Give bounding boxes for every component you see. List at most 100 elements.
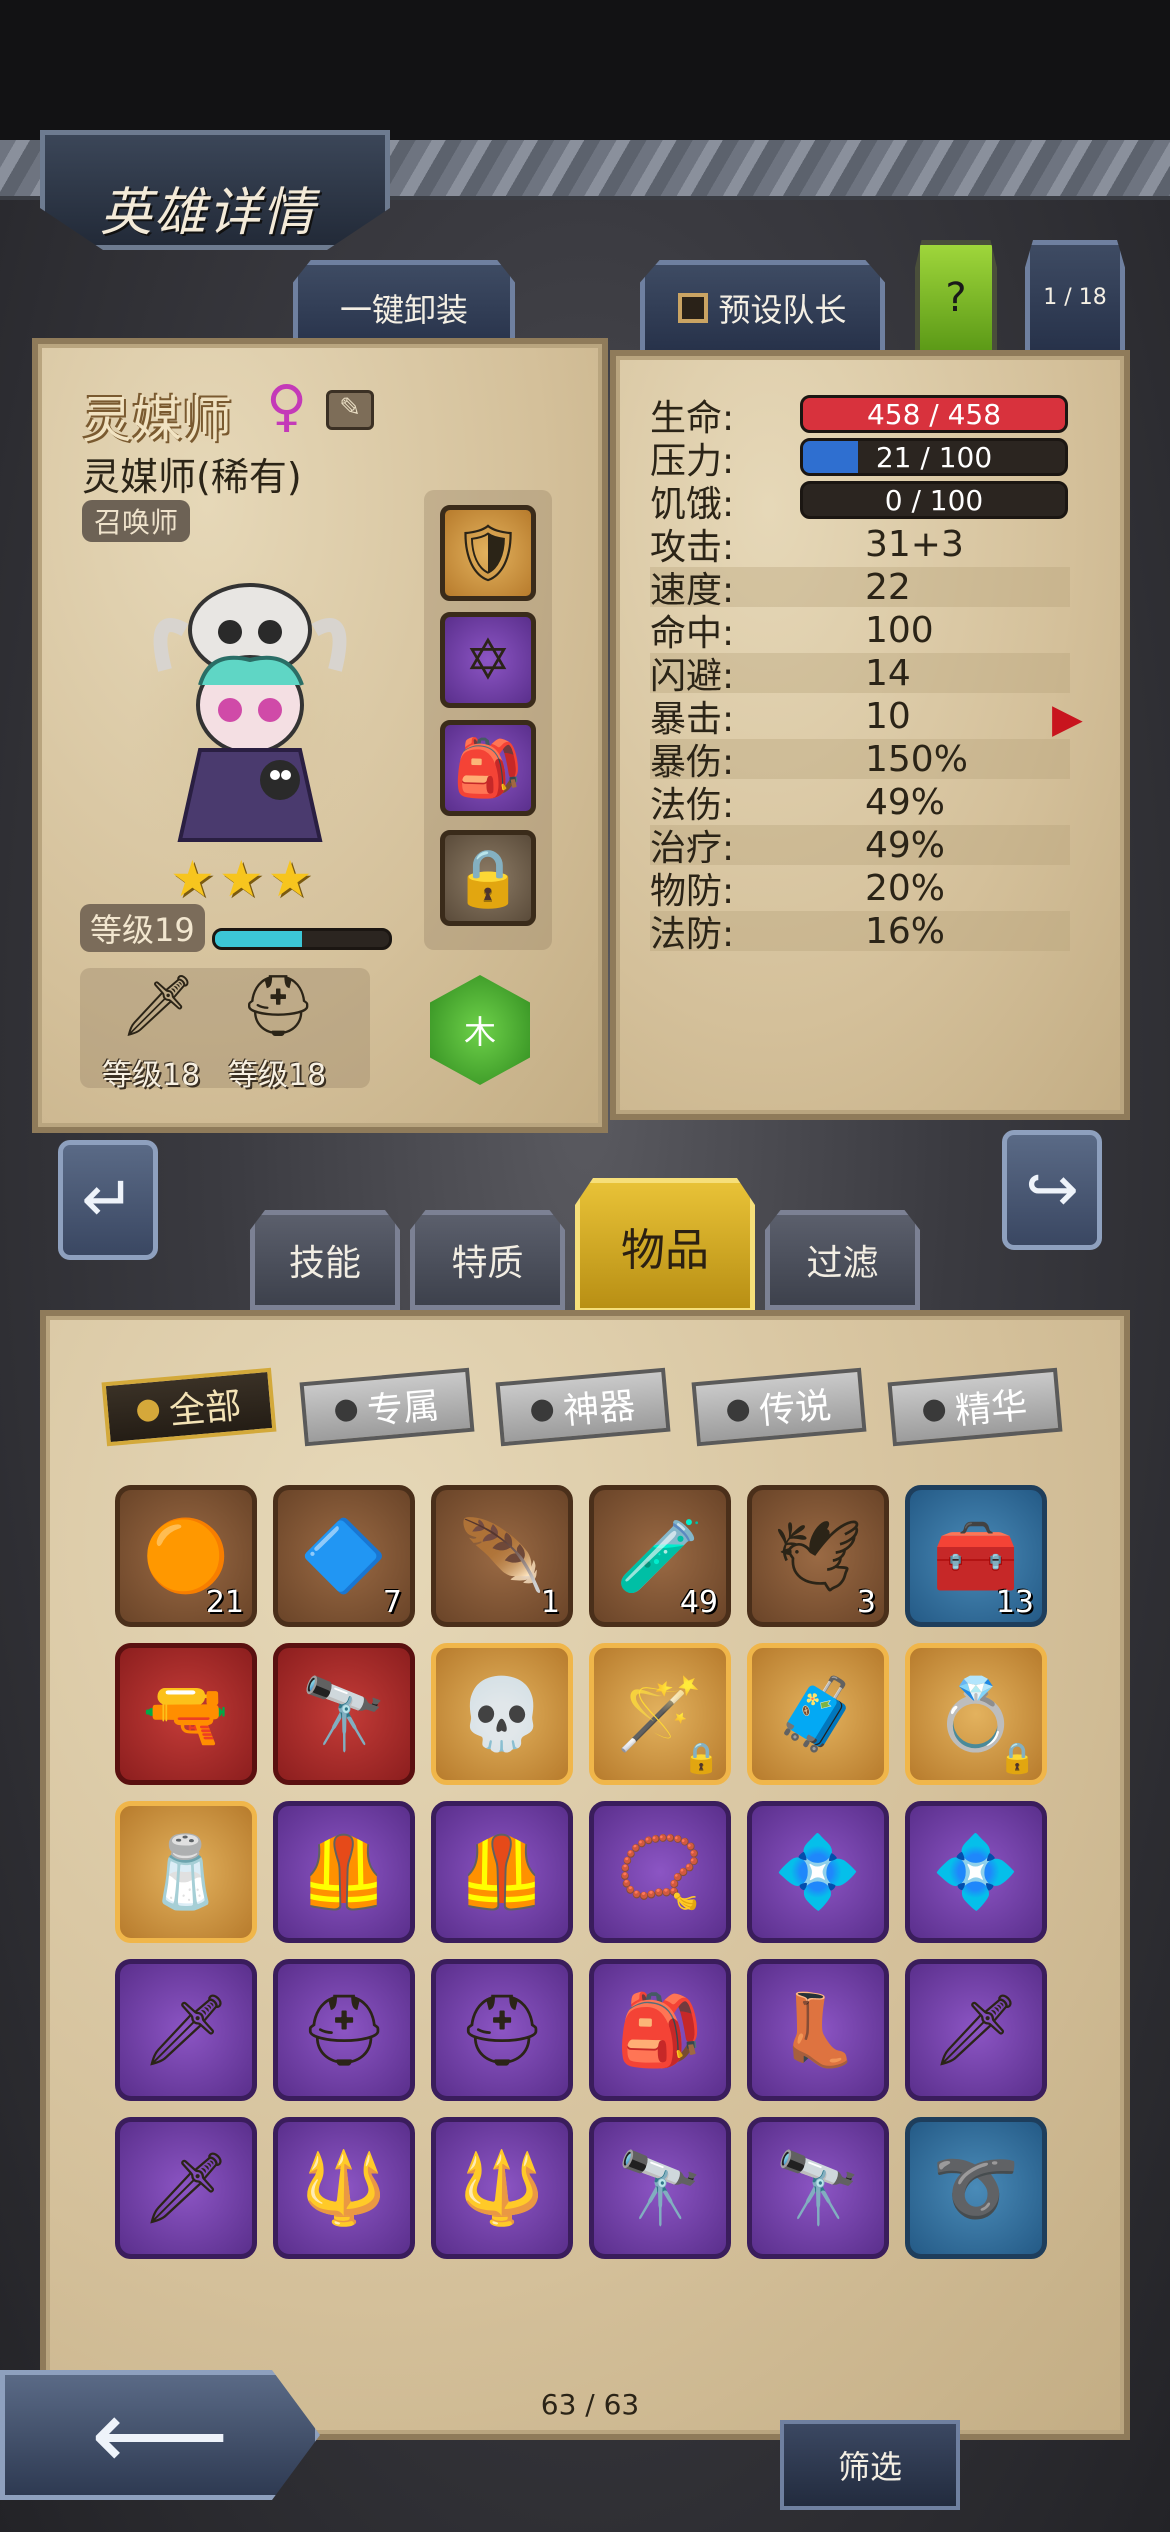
- xp-bar: [212, 928, 392, 950]
- helmet-icon[interactable]: ⛑: [240, 970, 316, 1041]
- item-icon: 🧳: [774, 1672, 862, 1755]
- filter-dot-icon: [726, 1398, 751, 1423]
- lock-icon[interactable]: 🔒: [440, 830, 536, 926]
- filter-all-label: 全部: [167, 1385, 243, 1433]
- inventory-item[interactable]: 🎒: [589, 1959, 731, 2101]
- next-hero-arrow-icon[interactable]: ↪: [1002, 1130, 1102, 1250]
- inventory-item[interactable]: 🗡: [115, 2117, 257, 2259]
- stat-value: 31+3: [865, 523, 964, 565]
- lock-icon: 🔒: [998, 1741, 1036, 1776]
- inventory-item[interactable]: 🦺: [431, 1801, 573, 1943]
- tab-traits-label: 特质: [451, 1243, 524, 1284]
- stat-value: 49%: [865, 781, 946, 823]
- stat-value: 16%: [865, 910, 946, 952]
- filter-legendary-label: 传说: [757, 1385, 833, 1433]
- inventory-item[interactable]: 🧪 49: [589, 1485, 731, 1627]
- inventory-item[interactable]: ⛑: [273, 1959, 415, 2101]
- inventory-item[interactable]: 🔭: [273, 1643, 415, 1785]
- tab-skills-label: 技能: [288, 1243, 361, 1284]
- inventory-item[interactable]: ⛑: [431, 1959, 573, 2101]
- inventory-item[interactable]: 🔫: [115, 1643, 257, 1785]
- inventory-item[interactable]: 🗡: [905, 1959, 1047, 2101]
- filter-button[interactable]: 筛选: [780, 2420, 960, 2510]
- hero-page-index-text: 1 / 18: [1043, 285, 1107, 310]
- inventory-item[interactable]: 💍 🔒: [905, 1643, 1047, 1785]
- back-arrow-icon[interactable]: ⟵: [0, 2370, 320, 2500]
- stat-value: 22: [865, 566, 911, 608]
- stat-value: 150%: [865, 738, 968, 780]
- inventory-item[interactable]: 🪄 🔒: [589, 1643, 731, 1785]
- tab-filter[interactable]: 过滤: [765, 1210, 920, 1310]
- star-icon: ★: [267, 850, 313, 908]
- hero-portrait-area[interactable]: [130, 570, 370, 860]
- star-rating: ★ ★ ★: [170, 850, 312, 908]
- inventory-item[interactable]: 📿: [589, 1801, 731, 1943]
- expand-stats-arrow-icon[interactable]: ▶: [1052, 696, 1083, 742]
- filter-essence-label: 精华: [953, 1385, 1029, 1433]
- inventory-item[interactable]: 🪶 1: [431, 1485, 573, 1627]
- stress-bar: 21 / 100: [800, 438, 1068, 476]
- inventory-item[interactable]: 🧂: [115, 1801, 257, 1943]
- inventory-item[interactable]: 🔭: [589, 2117, 731, 2259]
- inventory-item[interactable]: 🔭: [747, 2117, 889, 2259]
- item-icon: 🔭: [616, 2146, 704, 2229]
- hero-page-index: 1 / 18: [1025, 240, 1125, 350]
- inventory-item[interactable]: 🗡: [115, 1959, 257, 2101]
- item-icon: 🎒: [616, 1988, 704, 2071]
- stat-value: 100: [865, 609, 934, 651]
- prev-hero-arrow-icon[interactable]: ↵: [58, 1140, 158, 1260]
- filter-exclusive-label: 专属: [365, 1385, 441, 1433]
- stat-label: 法防:: [650, 914, 735, 955]
- stat-row-crit: 暴击: 10: [650, 696, 1070, 741]
- inventory-item[interactable]: 💀: [431, 1643, 573, 1785]
- item-icon: 🪶: [458, 1514, 546, 1597]
- tab-items[interactable]: 物品: [575, 1178, 755, 1313]
- inventory-item[interactable]: 🟠 21: [115, 1485, 257, 1627]
- inventory-item[interactable]: 🔱: [431, 2117, 573, 2259]
- inventory-item[interactable]: 💠: [905, 1801, 1047, 1943]
- hunger-bar: 0 / 100: [800, 481, 1068, 519]
- inventory-item[interactable]: 🔷 7: [273, 1485, 415, 1627]
- stat-row-magic-damage: 法伤: 49%: [650, 781, 1070, 827]
- inventory-item[interactable]: 👢: [747, 1959, 889, 2101]
- filter-button-label: 筛选: [837, 2448, 902, 2486]
- inventory-item[interactable]: ➰: [905, 2117, 1047, 2259]
- inventory-item[interactable]: 🧳: [747, 1643, 889, 1785]
- tab-skills[interactable]: 技能: [250, 1210, 400, 1310]
- stat-row-physical-defense: 物防: 20%: [650, 868, 1070, 913]
- filter-dot-icon: [530, 1398, 555, 1423]
- hp-bar: 458 / 458: [800, 395, 1068, 433]
- item-count: 3: [856, 1585, 876, 1620]
- backpack-icon[interactable]: 🎒: [440, 720, 536, 816]
- item-count: 7: [382, 1585, 402, 1620]
- inventory-item[interactable]: 🕊 3: [747, 1485, 889, 1627]
- item-count: 13: [995, 1585, 1034, 1620]
- preset-checkbox[interactable]: [678, 292, 709, 323]
- sword-icon[interactable]: 🗡: [120, 970, 196, 1041]
- item-icon: 🗡: [931, 1988, 1021, 2071]
- pentagram-icon[interactable]: ✡: [440, 612, 536, 708]
- item-icon: ⛑: [457, 1988, 547, 2071]
- unequip-all-button[interactable]: 一键卸装: [293, 260, 515, 350]
- rename-pencil-icon[interactable]: ✎: [326, 390, 374, 430]
- help-button[interactable]: ?: [915, 240, 997, 350]
- status-bar-area: [0, 0, 1170, 140]
- hero-class-rarity: 灵媒师(稀有): [82, 455, 302, 499]
- inventory-item[interactable]: 🦺: [273, 1801, 415, 1943]
- inventory-item[interactable]: 🔱: [273, 2117, 415, 2259]
- stat-row-magic-defense: 法防: 16%: [650, 910, 1070, 955]
- item-icon: 📿: [616, 1830, 704, 1913]
- tab-traits[interactable]: 特质: [410, 1210, 565, 1310]
- preset-captain-button[interactable]: 预设队长: [640, 260, 885, 350]
- shield-icon[interactable]: 🛡: [440, 505, 536, 601]
- hero-name: 灵媒师: [82, 391, 232, 449]
- item-icon: 💀: [458, 1672, 546, 1755]
- item-icon: 🦺: [300, 1830, 388, 1913]
- stat-value: 49%: [865, 824, 946, 866]
- lock-icon: 🔒: [682, 1741, 720, 1776]
- inventory-item[interactable]: 🧰 13: [905, 1485, 1047, 1627]
- item-count: 21: [205, 1585, 244, 1620]
- inventory-item[interactable]: 💠: [747, 1801, 889, 1943]
- item-icon: 🔭: [300, 1672, 388, 1755]
- item-icon: 🧂: [142, 1830, 230, 1913]
